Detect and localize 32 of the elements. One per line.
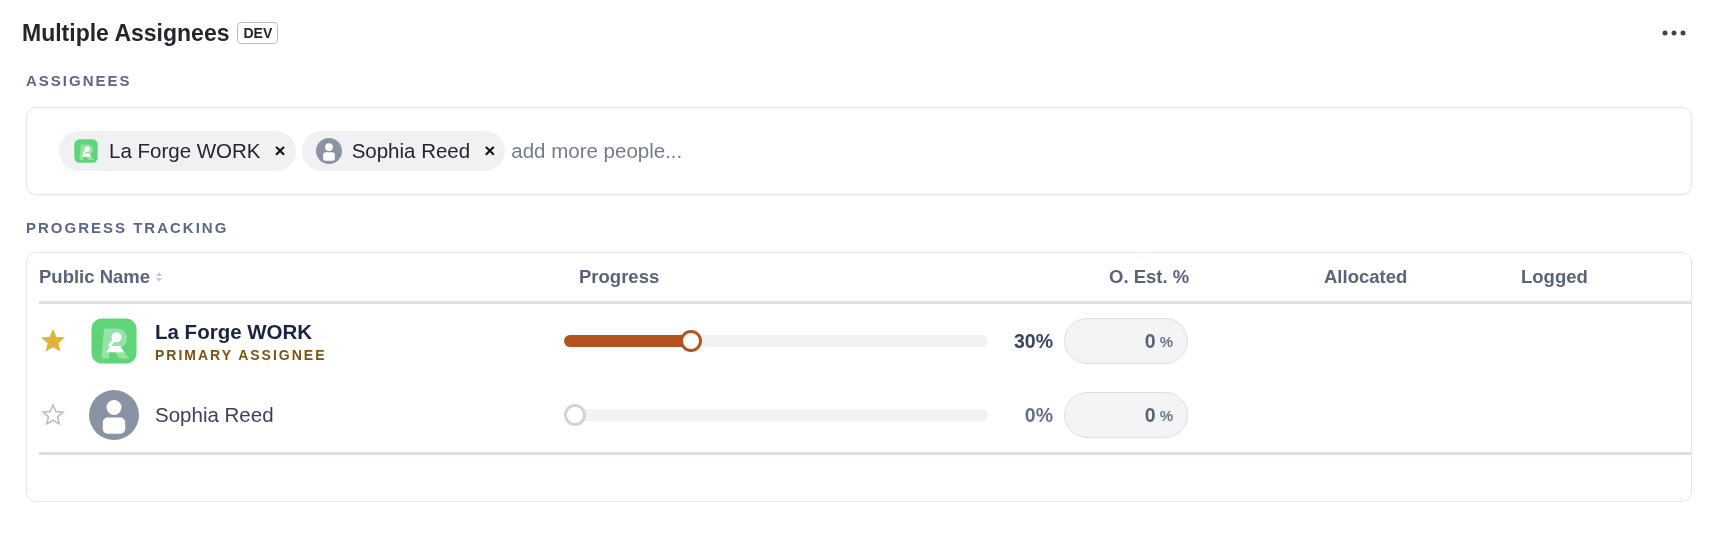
column-header: Public Name <box>39 266 564 288</box>
estimate-field[interactable]: 0 % <box>1064 318 1188 364</box>
progress-percent: 30% <box>1012 329 1053 353</box>
progress-slider[interactable] <box>564 404 988 426</box>
column-header: Progress <box>578 266 661 288</box>
chip-label: Sophia Reed <box>351 139 471 163</box>
section-heading: ASSIGNEES <box>26 72 133 91</box>
column-header: Logged <box>1521 266 1589 288</box>
slider-thumb[interactable] <box>680 330 703 352</box>
avatar-icon <box>315 138 342 164</box>
sort-icon[interactable] <box>155 271 164 283</box>
remove-button[interactable]: × <box>270 140 286 162</box>
progress-slider[interactable] <box>564 330 988 352</box>
column-header: O. Est. % <box>1108 266 1191 288</box>
remove-button[interactable]: × <box>480 140 496 162</box>
assignee-picker[interactable]: La Forge WORK × Sophia Reed × add more people... <box>26 107 1692 195</box>
section-heading: PROGRESS TRACKING <box>26 219 230 238</box>
page-title: Multiple Assignees <box>22 19 230 47</box>
column-header: Allocated <box>1324 266 1409 288</box>
star-icon[interactable] <box>41 329 65 353</box>
more-icon[interactable] <box>1662 30 1686 36</box>
logo-icon <box>89 316 139 366</box>
avatar-icon <box>89 390 139 440</box>
star-icon[interactable] <box>41 403 65 427</box>
estimate-field[interactable]: 0 % <box>1064 392 1188 438</box>
chip-label: La Forge WORK <box>109 139 261 163</box>
progress-percent: 0% <box>1023 403 1053 427</box>
role-label: PRIMARY ASSIGNEE <box>155 346 327 363</box>
assignee-name: La Forge WORK <box>155 319 314 344</box>
logo-icon <box>73 138 99 164</box>
env-badge: DEV <box>237 22 279 44</box>
assignee-name: Sophia Reed <box>155 403 274 427</box>
